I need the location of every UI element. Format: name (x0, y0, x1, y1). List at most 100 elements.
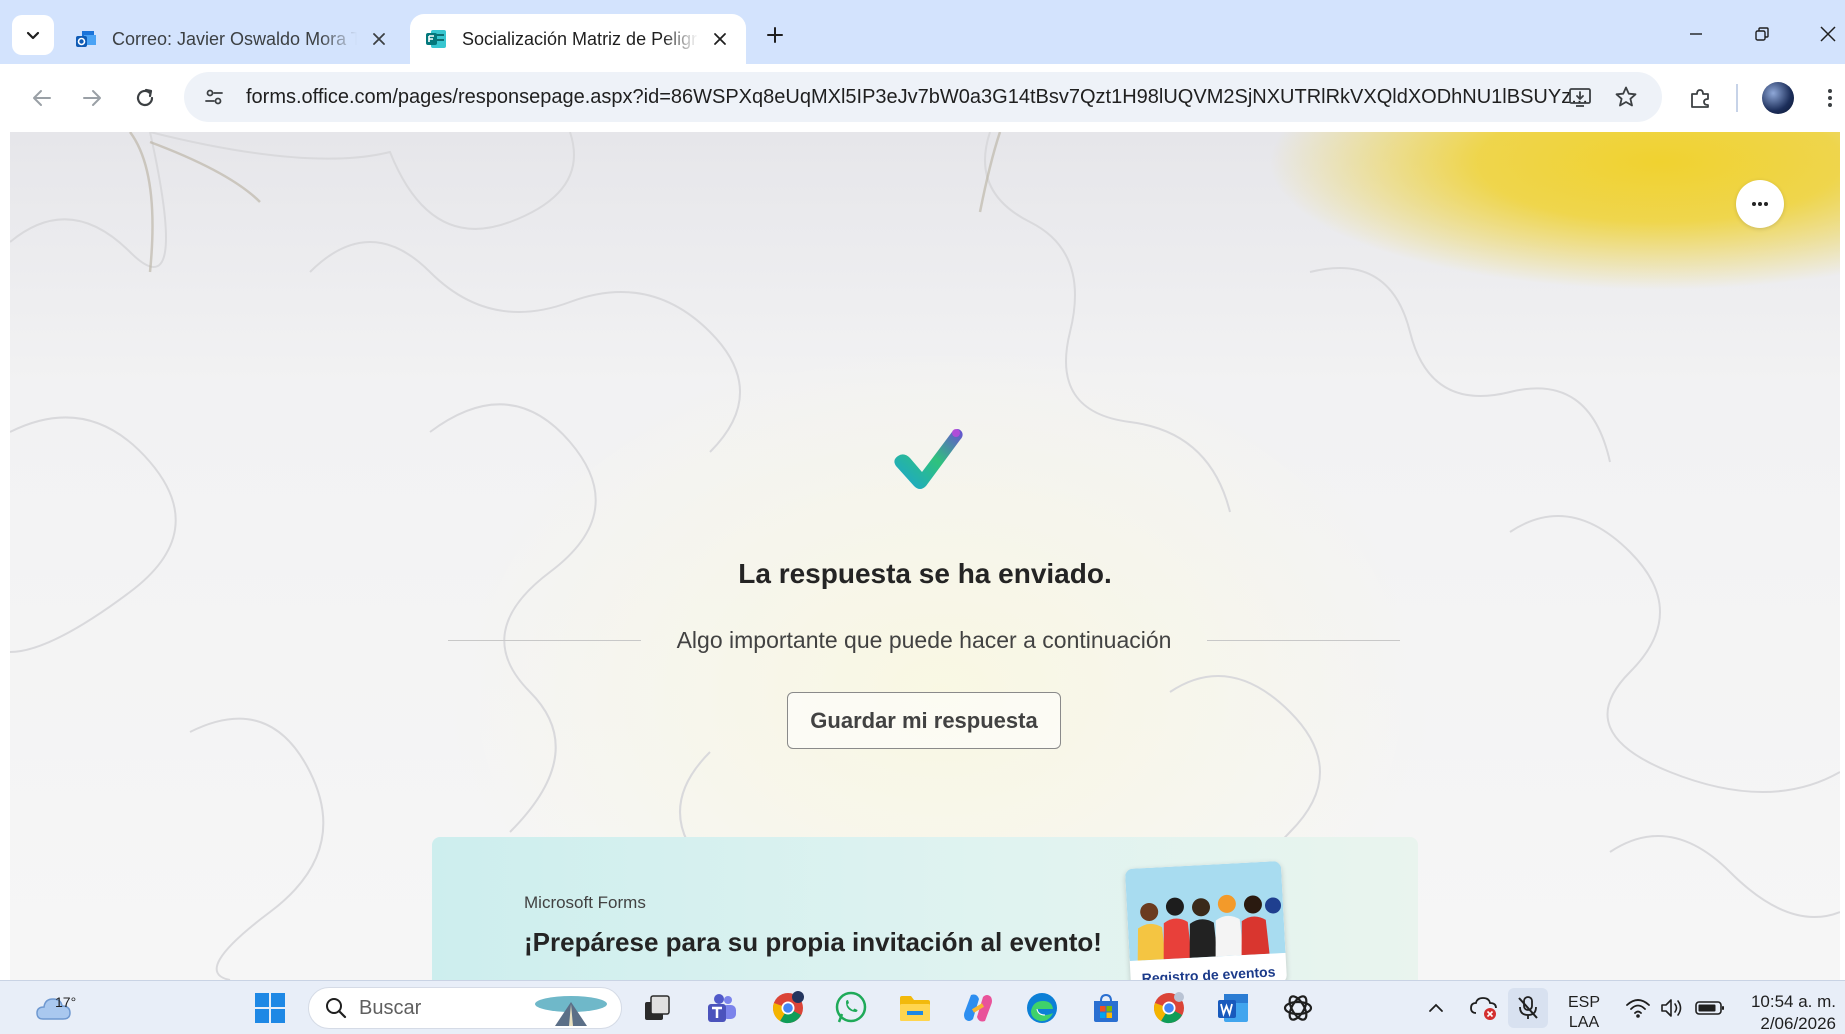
microsoft-store-app[interactable] (1086, 988, 1126, 1028)
site-info-button[interactable] (194, 77, 234, 117)
star-icon (1615, 86, 1637, 107)
whatsapp-app[interactable] (831, 988, 871, 1028)
chrome-profile-app[interactable] (768, 988, 808, 1028)
clock-date: 2/06/2026 (1760, 1014, 1836, 1033)
chrome-app[interactable] (1149, 988, 1189, 1028)
chatgpt-app[interactable] (1278, 988, 1318, 1028)
more-options-button[interactable] (1736, 180, 1784, 228)
copilot-app[interactable] (958, 988, 998, 1028)
tab-title: Correo: Javier Oswaldo Mora Ta (112, 28, 357, 49)
reload-icon (136, 88, 154, 107)
search-icon (326, 998, 347, 1019)
arrow-right-icon (83, 90, 101, 106)
word-app[interactable] (1213, 988, 1253, 1028)
forms-response-page: La respuesta se ha enviado. Algo importa… (10, 132, 1840, 980)
puzzle-piece-icon (1691, 89, 1709, 108)
weather-temperature: 17° (55, 994, 77, 1010)
copilot-icon (964, 994, 992, 1022)
forward-button[interactable] (72, 78, 112, 118)
folder-icon (900, 996, 930, 1021)
whatsapp-icon (835, 991, 867, 1023)
restore-icon (1755, 27, 1769, 41)
input-language-indicator[interactable]: ESP LAA (1568, 993, 1600, 1033)
taskbar-search[interactable]: Buscar (308, 987, 622, 1029)
promo-headline: ¡Prepárese para su propia invitación al … (524, 927, 1102, 957)
confirmation-title: La respuesta se ha enviado. (738, 558, 1112, 589)
battery-icon (1695, 1001, 1724, 1015)
teams-icon (708, 994, 736, 1022)
divider-line (448, 639, 641, 641)
checkmark-icon (894, 429, 963, 489)
file-explorer-app[interactable] (895, 988, 935, 1028)
clock-time: 10:54 a. m. (1750, 992, 1836, 1011)
windows-logo-icon (255, 993, 285, 1023)
microphone-status[interactable] (1508, 988, 1548, 1028)
battery-status[interactable] (1690, 988, 1730, 1028)
browser-toolbar: forms.office.com/pages/responsepage.aspx… (0, 64, 1845, 132)
task-view-icon (645, 995, 670, 1020)
outlook-icon (76, 31, 96, 47)
toolbar-divider (1736, 84, 1738, 112)
event-registration-card: Registro de eventos (1124, 861, 1288, 980)
bookmark-button[interactable] (1606, 77, 1646, 117)
promo-banner[interactable]: Microsoft Forms ¡Prepárese para su propi… (432, 837, 1418, 980)
onedrive-status[interactable] (1464, 988, 1504, 1028)
task-view-button[interactable] (637, 988, 677, 1028)
microphone-muted-icon (1518, 996, 1538, 1019)
store-icon (1094, 993, 1118, 1022)
system-clock[interactable]: 10:54 a. m. 2/06/2026 (1744, 991, 1836, 1034)
openai-icon (1283, 995, 1313, 1021)
close-window-button[interactable] (1806, 14, 1845, 54)
tab-search-button[interactable] (12, 15, 54, 55)
taskbar: 17° Buscar ESP LAA 10:54 a. m. 2/06/2026 (0, 980, 1845, 1034)
restore-button[interactable] (1740, 14, 1784, 54)
tab-forms-survey[interactable]: Socialización Matriz de Peligros (410, 14, 746, 64)
browser-tab-strip: Correo: Javier Oswaldo Mora Ta Socializa… (0, 0, 1845, 64)
cloud-error-icon (1470, 997, 1497, 1020)
keyboard-layout: LAA (1568, 1014, 1600, 1031)
profile-avatar[interactable] (1762, 82, 1794, 114)
browser-menu-button[interactable] (1810, 78, 1845, 118)
extensions-button[interactable] (1680, 78, 1720, 118)
chevron-up-icon (1429, 1003, 1443, 1012)
install-icon (1569, 88, 1591, 107)
chrome-icon (1154, 992, 1184, 1024)
close-tab-icon[interactable] (367, 27, 391, 51)
divider-line (1207, 639, 1401, 641)
card-label: Registro de eventos (1141, 963, 1276, 980)
url-text[interactable]: forms.office.com/pages/responsepage.aspx… (246, 86, 1591, 109)
show-hidden-icons-button[interactable] (1416, 988, 1456, 1028)
search-highlight-image (535, 996, 607, 1026)
volume-status[interactable] (1652, 988, 1692, 1028)
install-app-button[interactable] (1560, 77, 1600, 117)
edge-icon (1027, 993, 1057, 1023)
new-tab-button[interactable] (758, 18, 792, 52)
close-tab-icon[interactable] (708, 27, 732, 51)
minimize-icon (1690, 33, 1702, 35)
save-response-button[interactable]: Guardar mi respuesta (787, 692, 1061, 749)
more-horizontal-icon (1752, 202, 1768, 206)
edge-app[interactable] (1022, 988, 1062, 1028)
reload-button[interactable] (125, 78, 165, 118)
next-step-text: Algo importante que puede hacer a contin… (676, 626, 1172, 653)
more-vertical-icon (1828, 89, 1832, 107)
teams-app[interactable] (702, 988, 742, 1028)
next-step-divider: Algo importante que puede hacer a contin… (448, 620, 1401, 660)
language-code: ESP (1568, 994, 1601, 1011)
minimize-button[interactable] (1674, 14, 1718, 54)
chrome-icon (773, 991, 804, 1024)
forms-icon (426, 30, 446, 48)
back-button[interactable] (22, 78, 62, 118)
tune-icon (205, 89, 223, 105)
word-icon (1218, 994, 1248, 1022)
tab-outlook-mail[interactable]: Correo: Javier Oswaldo Mora Ta (60, 14, 405, 64)
wifi-icon (1626, 999, 1650, 1018)
people-illustration (1124, 861, 1286, 962)
plus-icon (767, 27, 783, 43)
close-icon (1820, 26, 1836, 42)
chevron-down-icon (26, 31, 40, 40)
address-bar[interactable]: forms.office.com/pages/responsepage.aspx… (184, 72, 1662, 122)
start-button[interactable] (250, 988, 290, 1028)
search-placeholder: Buscar (359, 996, 422, 1019)
speaker-icon (1661, 999, 1682, 1017)
